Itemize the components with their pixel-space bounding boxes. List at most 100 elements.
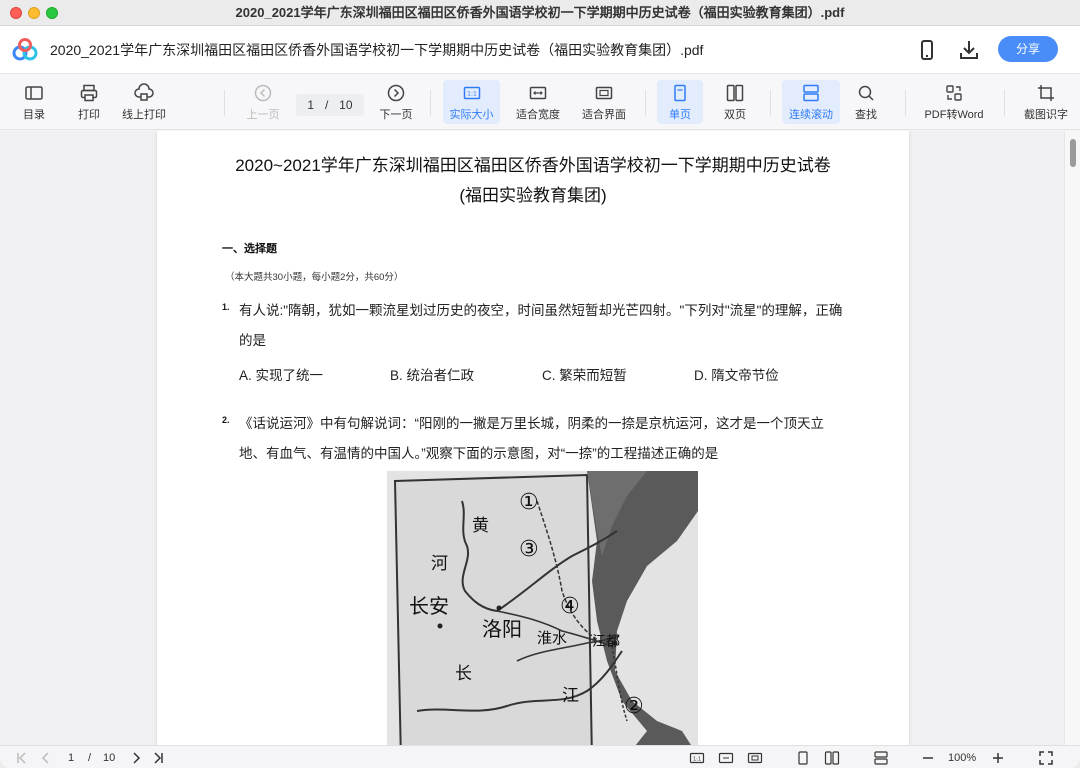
section-note: （本大题共30小题，每小题2分，共60分） <box>225 272 404 283</box>
crop-icon <box>1038 85 1054 101</box>
continuous-scroll-label: 连续滚动 <box>789 109 833 121</box>
svg-text:1:1: 1:1 <box>467 91 477 98</box>
zoom-in-button[interactable] <box>990 750 1006 766</box>
status-total-pages: 10 <box>103 752 116 764</box>
online-print-button[interactable]: 线上打印 <box>116 80 172 124</box>
svg-text:1:1: 1:1 <box>693 757 701 763</box>
contents-label: 目录 <box>23 109 45 121</box>
cloud-print-icon <box>134 83 154 101</box>
grand-canal-map-image: 黄 河 长安 洛阳 淮水 江都 长 江 ① ② ③ ④ <box>387 471 698 745</box>
convert-icon <box>946 85 962 101</box>
find-button[interactable]: 查找 <box>846 80 886 124</box>
actual-size-small-button[interactable]: 1:1 <box>689 750 705 766</box>
fullscreen-button[interactable] <box>1038 750 1054 766</box>
chevron-left-circle-icon <box>254 84 272 102</box>
question-line: 的是 <box>239 333 266 348</box>
single-page-button[interactable]: 单页 <box>657 80 703 124</box>
status-page-separator: / <box>88 752 92 764</box>
double-page-button[interactable]: 双页 <box>713 80 757 124</box>
single-page-small-button[interactable] <box>795 750 811 766</box>
question-line: 《话说运河》中有句解说词：“阳刚的一撇是万里长城，阴柔的一捺是京杭运河，这才是一… <box>239 416 824 431</box>
answer-option: B. 统治者仁政 <box>390 368 475 383</box>
find-label: 查找 <box>855 109 877 121</box>
answer-option: C. 繁荣而短暂 <box>542 368 627 383</box>
single-page-icon <box>798 751 808 765</box>
total-pages: 10 <box>339 98 353 112</box>
actual-size-button[interactable]: 1:1 实际大小 <box>443 80 500 124</box>
question-text: 《话说运河》中有句解说词：“阳刚的一撇是万里长城，阴柔的一捺是京杭运河，这才是一… <box>239 409 824 469</box>
map-label: 长安 <box>409 594 449 618</box>
map-label: 淮水 <box>537 629 567 647</box>
current-page: 1 <box>307 98 315 112</box>
next-page-small-button[interactable] <box>128 750 144 766</box>
map-label: ② <box>624 694 644 719</box>
fit-page-small-button[interactable] <box>747 750 763 766</box>
map-label: 黄 <box>472 516 489 536</box>
status-current-page[interactable]: 1 <box>68 750 74 766</box>
vertical-scrollbar[interactable] <box>1064 131 1080 745</box>
fit-width-button[interactable]: 适合宽度 <box>510 80 566 124</box>
status-bar: 1 / 10 1:1 100% <box>0 745 1080 768</box>
continuous-scroll-button[interactable]: 连续滚动 <box>782 80 840 124</box>
fit-page-button[interactable]: 适合界面 <box>576 80 632 124</box>
toolbar: 目录 打印 线上打印 上一页 1 / 10 下一页 1:1 实际大小 适合宽度 … <box>0 74 1080 130</box>
answer-option: D. 隋文帝节俭 <box>694 368 779 383</box>
zoom-level[interactable]: 100% <box>948 750 976 766</box>
toolbar-divider <box>645 90 646 116</box>
print-label: 打印 <box>78 109 100 121</box>
document-title: 2020~2021学年广东深圳福田区福田区侨香外国语学校初一下学期期中历史试卷 … <box>157 151 909 211</box>
document-viewport[interactable]: 2020~2021学年广东深圳福田区福田区侨香外国语学校初一下学期期中历史试卷 … <box>0 131 1080 745</box>
prev-page-button[interactable]: 上一页 <box>243 80 283 124</box>
question-text: 有人说:"隋朝，犹如一颗流星划过历史的夜空，时间虽然短暂却光芒四射。"下列对"流… <box>239 296 842 356</box>
single-page-icon <box>674 84 686 102</box>
question-line: 有人说:"隋朝，犹如一颗流星划过历史的夜空，时间虽然短暂却光芒四射。"下列对"流… <box>239 303 843 318</box>
fit-width-icon <box>718 752 734 764</box>
last-page-button[interactable] <box>150 750 166 766</box>
window-title: 2020_2021学年广东深圳福田区福田区侨香外国语学校初一下学期期中历史试卷（… <box>235 5 845 20</box>
map-label: 江 <box>562 686 579 706</box>
pdf-to-word-button[interactable]: PDF转Word <box>920 80 988 124</box>
search-icon <box>858 85 874 101</box>
download-icon[interactable] <box>957 38 981 62</box>
toolbar-divider <box>905 90 906 116</box>
app-window: 2020_2021学年广东深圳福田区福田区侨香外国语学校初一下学期期中历史试卷（… <box>0 0 1080 768</box>
toolbar-divider <box>224 90 225 116</box>
plus-icon <box>993 753 1003 763</box>
toolbar-divider <box>770 90 771 116</box>
toolbar-divider <box>1004 90 1005 116</box>
mobile-icon[interactable] <box>915 38 939 62</box>
sidebar-icon <box>25 86 43 100</box>
share-button[interactable]: 分享 <box>998 36 1058 62</box>
actual-size-icon: 1:1 <box>689 752 705 764</box>
title-bar: 2020_2021学年广东深圳福田区福田区侨香外国语学校初一下学期期中历史试卷（… <box>0 0 1080 26</box>
section-heading: 一、选择题 <box>222 243 277 255</box>
double-page-icon <box>824 751 840 765</box>
fit-width-small-button[interactable] <box>718 750 734 766</box>
document-name: 2020_2021学年广东深圳福田区福田区侨香外国语学校初一下学期期中历史试卷（… <box>50 42 704 58</box>
question-number: 1. <box>222 302 230 312</box>
zoom-out-button[interactable] <box>920 750 936 766</box>
ocr-button[interactable]: 截图识字 <box>1018 80 1074 124</box>
fit-page-icon <box>595 86 613 100</box>
first-page-button[interactable] <box>14 750 30 766</box>
page-number-input[interactable]: 1 / 10 <box>296 94 364 116</box>
double-page-label: 双页 <box>724 109 746 121</box>
map-label: 洛阳 <box>482 617 522 641</box>
chevron-right-circle-icon <box>387 84 405 102</box>
print-button[interactable]: 打印 <box>69 80 109 124</box>
map-drawing: 黄 河 长安 洛阳 淮水 江都 长 江 ① ② ③ ④ <box>387 471 698 745</box>
prev-page-small-button[interactable] <box>38 750 54 766</box>
chevron-left-icon <box>41 752 49 764</box>
first-page-icon <box>17 752 26 764</box>
map-label: ① <box>519 490 539 515</box>
minus-icon <box>923 757 933 759</box>
next-page-label: 下一页 <box>379 109 413 121</box>
question-number: 2. <box>222 415 230 425</box>
double-page-small-button[interactable] <box>824 750 840 766</box>
continuous-scroll-small-button[interactable] <box>873 750 889 766</box>
scrollbar-thumb[interactable] <box>1070 139 1076 167</box>
next-page-button[interactable]: 下一页 <box>376 80 416 124</box>
double-page-icon <box>726 84 744 102</box>
prev-page-label: 上一页 <box>246 109 280 121</box>
contents-button[interactable]: 目录 <box>14 80 54 124</box>
